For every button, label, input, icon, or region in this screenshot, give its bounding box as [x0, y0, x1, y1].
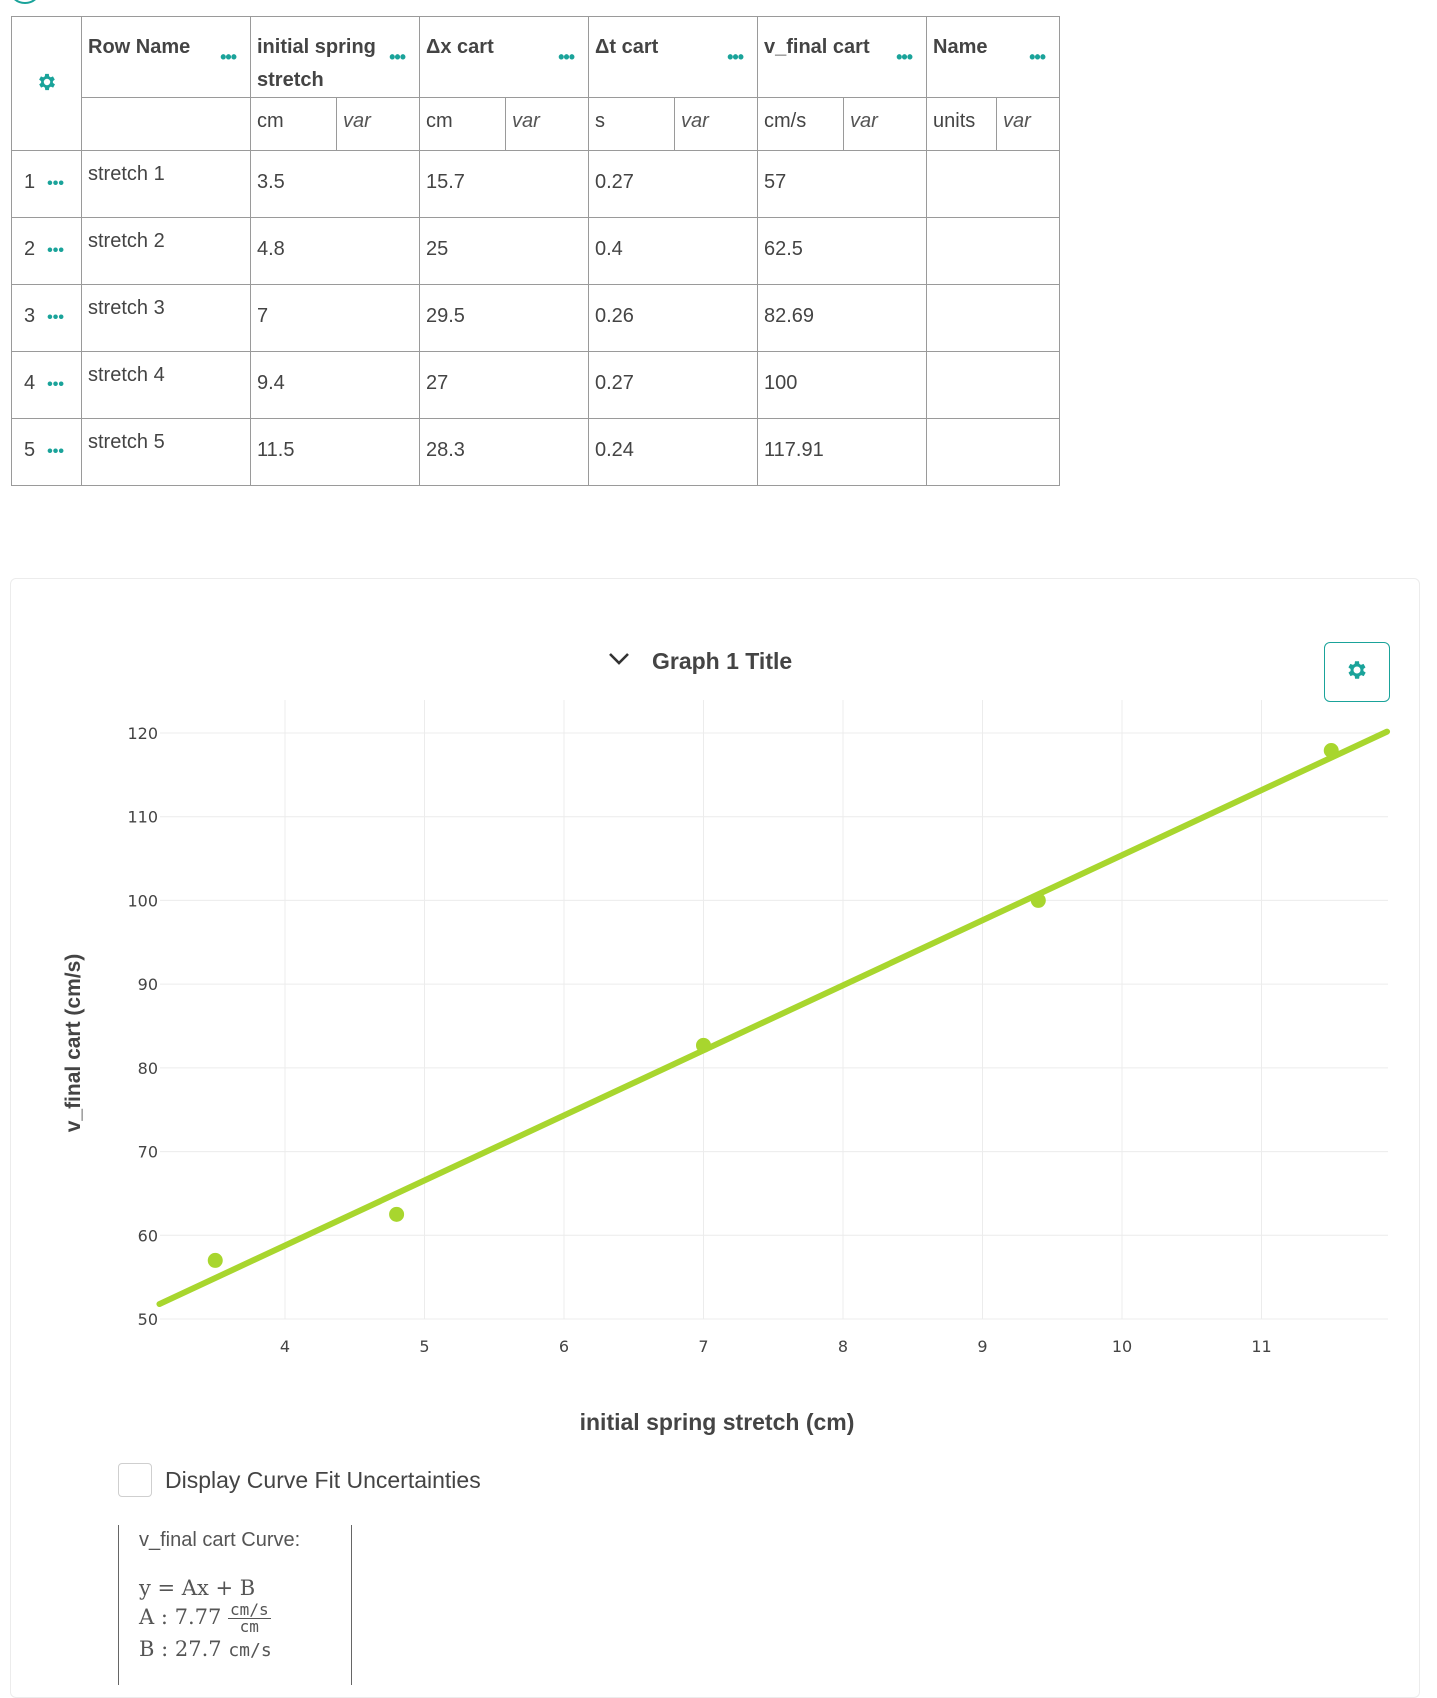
y-tick-label: 80 — [138, 1059, 158, 1078]
data-point — [389, 1206, 405, 1222]
x-tick-label: 4 — [280, 1337, 290, 1356]
fit-param-b-unit: cm/s — [228, 1640, 272, 1661]
fit-equation: y = Ax + B — [139, 1576, 256, 1600]
x-tick-label: 8 — [838, 1337, 848, 1356]
y-axis-label: v_final cart (cm/s) — [62, 953, 85, 1133]
x-tick-label: 6 — [559, 1337, 569, 1356]
fit-line — [156, 728, 1391, 1308]
fit-param-a: A : 7.77 cm/s cm — [139, 1602, 351, 1635]
x-tick-label: 9 — [977, 1337, 987, 1356]
y-tick-label: 120 — [127, 724, 158, 743]
y-tick-label: 70 — [138, 1143, 158, 1162]
fit-param-a-unit: cm/s cm — [228, 1602, 271, 1635]
y-tick-label: 50 — [138, 1310, 158, 1329]
unit-denominator: cm — [239, 1617, 259, 1636]
y-tick-label: 90 — [138, 975, 158, 994]
y-tick-label: 60 — [138, 1226, 158, 1245]
x-tick-label: 7 — [698, 1337, 708, 1356]
data-point — [696, 1037, 711, 1053]
uncertainty-checkbox[interactable] — [118, 1463, 152, 1497]
x-axis-label: initial spring stretch (cm) — [579, 1409, 855, 1435]
fit-param-a-value: A : 7.77 — [139, 1605, 222, 1629]
data-point — [1323, 742, 1339, 758]
data-point — [1030, 892, 1046, 908]
x-tick-label: 10 — [1112, 1337, 1132, 1356]
fit-param-b-value: B : 27.7 — [139, 1637, 222, 1661]
y-tick-label: 110 — [127, 808, 158, 827]
curve-fit-panel: v_final cart Curve: y = Ax + B A : 7.77 … — [118, 1525, 352, 1685]
data-point — [207, 1252, 223, 1268]
uncertainty-label[interactable]: Display Curve Fit Uncertainties — [165, 1467, 481, 1494]
y-tick-label: 100 — [127, 891, 158, 910]
uncertainty-toggle[interactable]: Display Curve Fit Uncertainties — [118, 1463, 481, 1497]
fit-param-b: B : 27.7 cm/s — [139, 1635, 351, 1665]
curve-title: v_final cart Curve: — [139, 1529, 301, 1551]
x-tick-label: 5 — [419, 1337, 429, 1356]
scatter-plot[interactable]: 4 5 6 7 8 9 10 11 50 60 70 80 90 100 110 120 — [0, 0, 1437, 1420]
x-tick-label: 11 — [1251, 1337, 1271, 1356]
